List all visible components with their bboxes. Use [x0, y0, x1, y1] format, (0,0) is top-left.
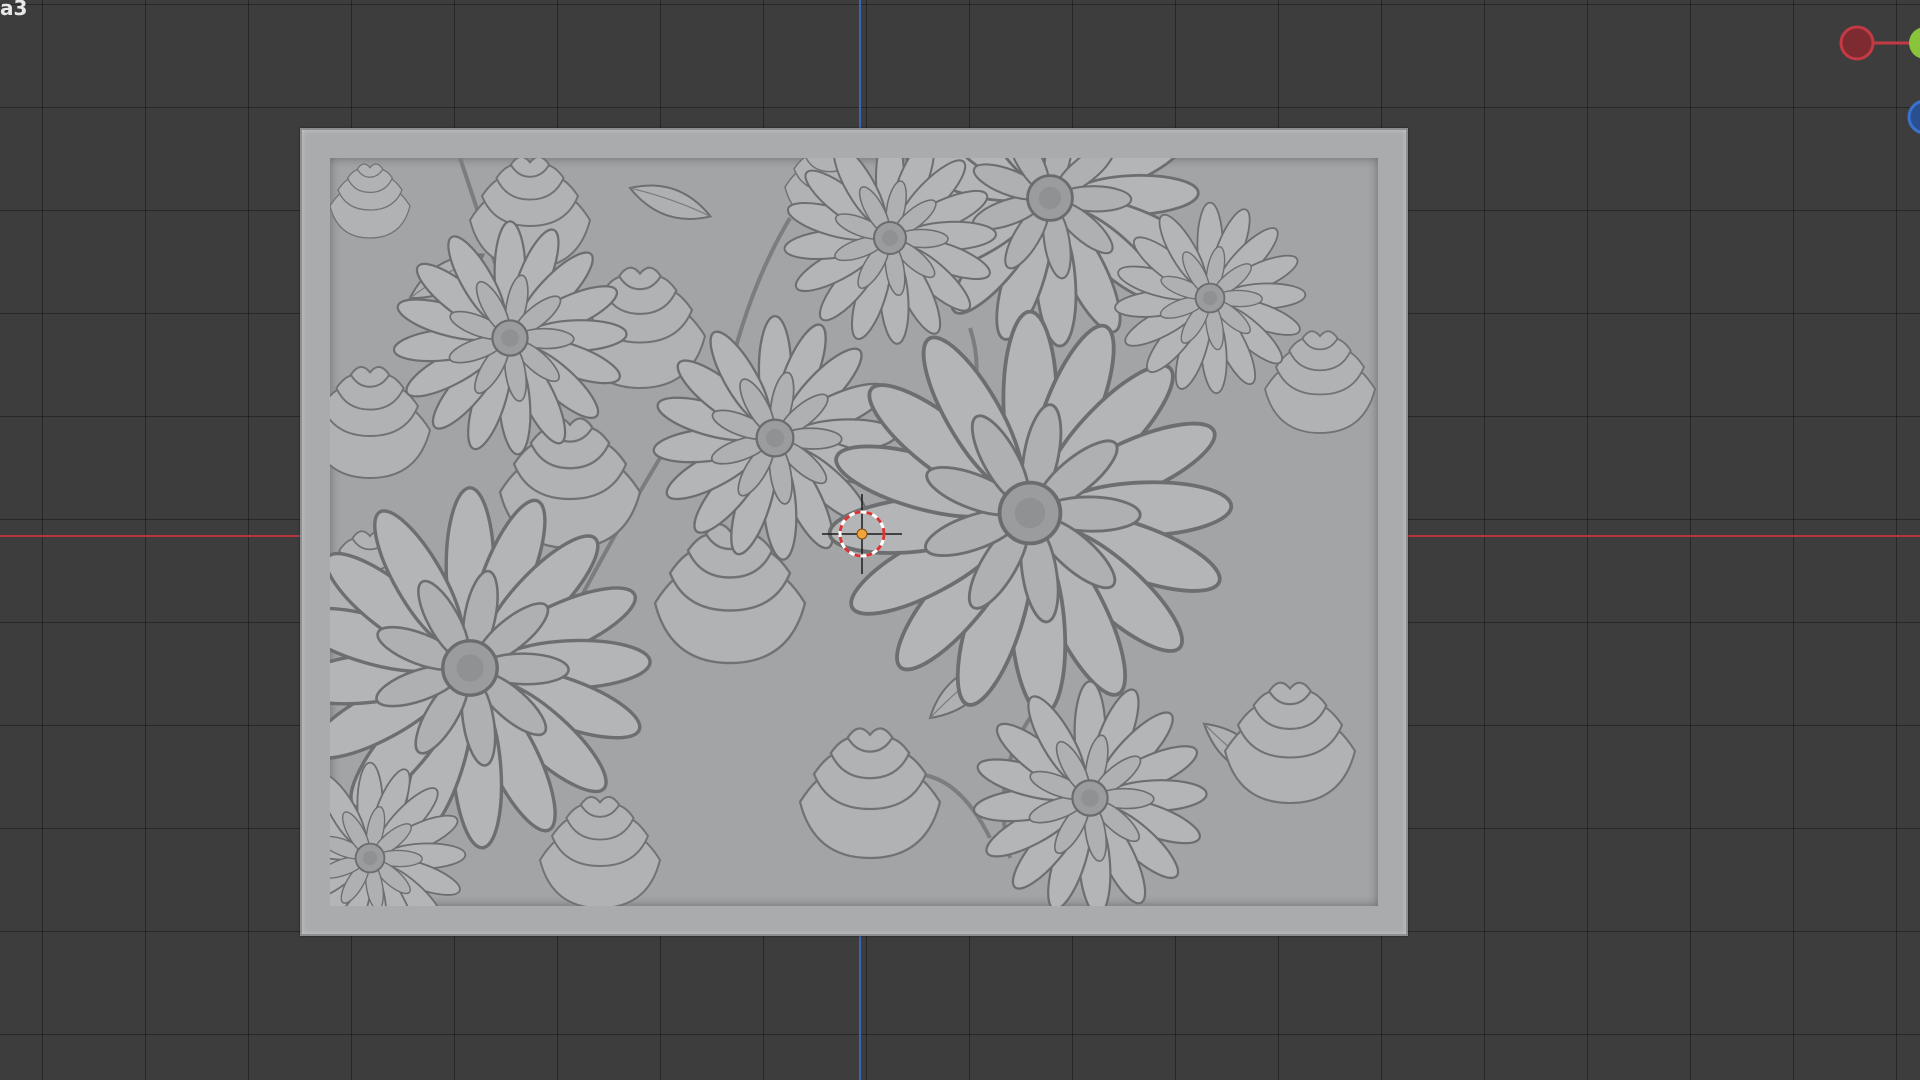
x-axis-handle-icon	[1839, 25, 1875, 61]
3d-viewport[interactable]: a3	[0, 0, 1920, 1080]
origin-dot-icon	[856, 528, 868, 540]
3d-cursor-icon[interactable]	[822, 494, 902, 574]
y-axis-handle-icon	[1909, 27, 1920, 59]
z-axis-handle-icon	[1907, 100, 1920, 134]
navigation-gizmo[interactable]	[1830, 20, 1920, 140]
viewport-label: a3	[0, 0, 28, 20]
